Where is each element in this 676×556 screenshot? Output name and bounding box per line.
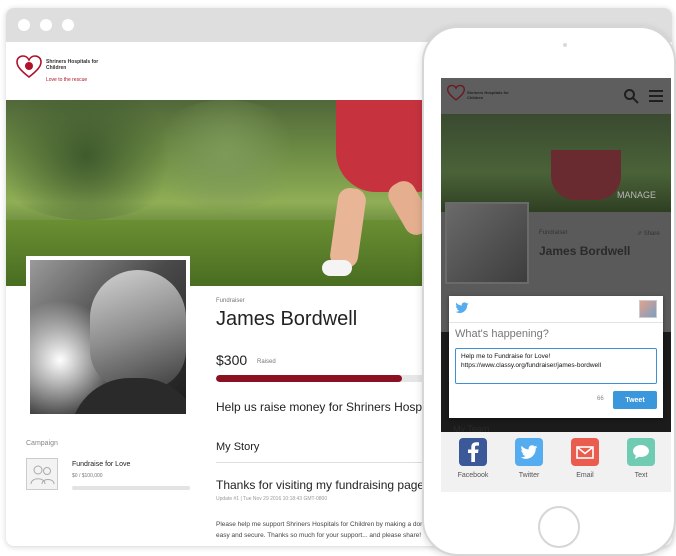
mobile-profile-photo [445,202,529,284]
phone-home-button[interactable] [538,506,580,548]
fundraiser-profile-photo [26,256,190,418]
tweet-button[interactable]: Tweet [613,391,657,409]
story-heading: Thanks for visiting my fundraising page [216,478,425,492]
mobile-screen: Shriners Hospitals for Children MANAGE F… [441,78,671,492]
campaign-goal: $0 / $100,000 [72,473,103,479]
tweet-user-avatar[interactable] [639,300,657,318]
mobile-share-label: Share [643,231,660,237]
logo-org-name: Shriners Hospitals for Children [46,59,99,71]
mobile-phone-frame: Shriners Hospitals for Children MANAGE F… [422,26,676,556]
text-bubble-icon [627,438,655,466]
search-icon[interactable] [623,88,639,104]
share-icon: ⇗ [637,231,644,237]
tweet-divider [449,322,663,323]
phone-front-sensor [563,43,567,47]
twitter-bird-icon [455,302,469,313]
share-twitter-label: Twitter [518,472,540,479]
mobile-logo-icon[interactable] [447,84,465,102]
progress-fill [216,375,403,382]
mobile-fundraiser-eyebrow: Fundraiser [539,230,568,236]
mobile-share-link[interactable]: ⇗ Share [637,230,660,237]
fundraiser-tagline: Help us raise money for Shriners Hospita… [216,400,436,414]
share-text[interactable]: Text [621,438,661,479]
tweet-composer: What's happening? Help me to Fundraise f… [449,296,663,418]
tweet-prompt: What's happening? [455,328,549,340]
share-text-label: Text [634,472,648,479]
twitter-icon [515,438,543,466]
share-email-label: Email [576,472,594,479]
share-options-bar: Facebook Twitter Email Text [441,432,671,492]
story-body-line-2: easy and secure. Thanks so much for your… [216,532,422,539]
fundraiser-name: James Bordwell [216,308,358,330]
share-facebook[interactable]: Facebook [453,438,493,479]
facebook-icon [459,438,487,466]
fundraising-progress-bar [216,375,446,382]
campaign-title[interactable]: Fundraise for Love [72,461,130,468]
hamburger-menu-icon[interactable] [649,90,663,102]
campaign-label: Campaign [26,440,58,447]
share-email[interactable]: Email [565,438,605,479]
story-body: Please help me support Shriners Hospital… [216,519,438,541]
email-icon [571,438,599,466]
window-minimize-dot[interactable] [40,19,52,31]
my-story-title: My Story [216,441,260,453]
story-meta: Update #1 | Tue Nov 29 2016 10:18:43 GMT… [216,496,328,502]
fundraiser-eyebrow: Fundraiser [216,298,245,304]
window-maximize-dot[interactable] [62,19,74,31]
share-twitter[interactable]: Twitter [509,438,549,479]
mobile-logo-text: Shriners Hospitals for Children [467,90,509,100]
logo-tagline: Love to the rescue [46,77,88,83]
campaign-progress-bar [72,486,190,490]
tweet-character-count: 66 [597,396,604,402]
window-close-dot[interactable] [18,19,30,31]
people-icon [30,465,55,485]
story-divider [216,462,438,463]
amount-raised: $300 [216,352,248,368]
tweet-text-input[interactable]: Help me to Fundraise for Love! https://w… [455,348,657,384]
raised-label: Raised [257,359,276,365]
shriners-logo-icon[interactable] [16,54,42,80]
campaign-thumbnail[interactable] [26,458,58,490]
share-facebook-label: Facebook [457,472,489,479]
story-body-line-1: Please help me support Shriners Hospital… [216,521,438,528]
manage-button[interactable]: MANAGE [617,190,656,200]
mobile-fundraiser-name: James Bordwell [539,244,631,258]
mobile-header: Shriners Hospitals for Children [441,78,671,114]
